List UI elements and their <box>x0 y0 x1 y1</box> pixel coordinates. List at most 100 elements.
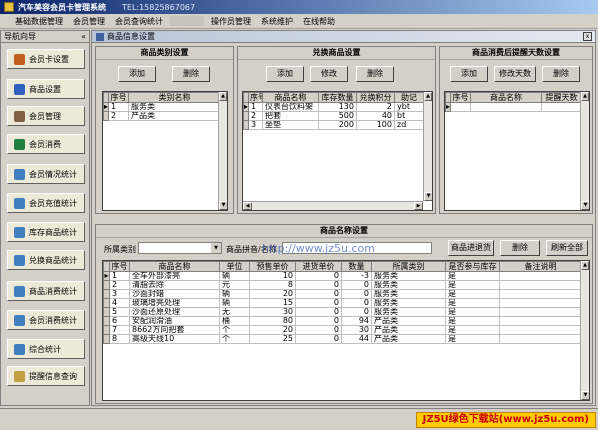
exchange-delete-button[interactable]: 删除 <box>356 66 394 82</box>
close-icon[interactable]: x <box>583 32 592 41</box>
table-row[interactable]: 3 坐垫 200 100 zd <box>243 120 424 130</box>
table-row[interactable]: 2 产品类 <box>103 111 221 121</box>
table-row[interactable]: ▸ 1 服务类 <box>103 102 221 112</box>
nav-overall-stats[interactable]: 综合统计 <box>7 339 85 359</box>
exchange-panel-title: 兑换商品设置 <box>238 47 435 60</box>
table-row[interactable]: 6 安配润滑油桶 80 0 94 产品类是 <box>103 316 582 326</box>
scroll-right-icon[interactable]: ▶ <box>414 202 423 210</box>
exchange-hscroll[interactable]: ◀ ▶ <box>243 201 423 210</box>
column-header[interactable]: 是否参与库存 <box>445 261 500 272</box>
column-header[interactable]: 序号 <box>450 92 471 103</box>
category-panel-title: 商品类别设置 <box>96 47 233 60</box>
nav-card-setting[interactable]: 会员卡设置 <box>7 49 85 69</box>
category-delete-button[interactable]: 删除 <box>172 66 210 82</box>
menu-blank[interactable] <box>170 16 204 26</box>
nav-product-consume-stats[interactable]: 商品消费统计 <box>7 281 85 301</box>
exchange-add-button[interactable]: 添加 <box>266 66 304 82</box>
column-header[interactable]: 序号 <box>108 92 129 103</box>
category-grid[interactable]: 序号 类别名称 ▸ 1 服务类 2 产品类 ▲ ▼ <box>102 91 228 211</box>
product-icon <box>14 83 25 95</box>
menu-maintenance[interactable]: 系统维护 <box>256 15 298 28</box>
column-header[interactable]: 助记 <box>394 92 424 103</box>
table-row[interactable]: 7 8662方向把套个 20 0 30 产品类是 <box>103 325 582 335</box>
reminder-delete-button[interactable]: 删除 <box>542 66 580 82</box>
column-header[interactable]: 所属类别 <box>371 261 446 272</box>
column-header[interactable]: 备注说明 <box>499 261 582 272</box>
reminder-edit-days-button[interactable]: 修改天数 <box>494 66 536 82</box>
nav-header: 导航向导 « <box>1 31 89 43</box>
scroll-up-icon[interactable]: ▲ <box>581 92 589 101</box>
table-row[interactable]: ▸ 1 仪表台饮料架 130 2 ybt <box>243 102 424 112</box>
scroll-down-icon[interactable]: ▼ <box>581 201 589 210</box>
table-row[interactable]: 4 玻璃增亮处理辆 15 0 0 服务类是 <box>103 298 582 308</box>
exchange-grid[interactable]: 序号 商品名称 库存数量 兑换积分 助记 ▸1仪表台饮料架1302ybt 2把套… <box>242 91 433 211</box>
scroll-up-icon[interactable]: ▲ <box>581 261 589 270</box>
nav-reminder-query[interactable]: 提醒信息查询 <box>7 366 85 386</box>
column-header[interactable]: 兑换积分 <box>356 92 395 103</box>
column-header[interactable]: 类别名称 <box>128 92 221 103</box>
nav-member-manage[interactable]: 会员管理 <box>7 106 85 126</box>
scroll-up-icon[interactable]: ▲ <box>424 92 432 101</box>
category-panel: 商品类别设置 添加 删除 序号 类别名称 ▸ 1 服务类 2 产品类 ▲ ▼ <box>95 46 234 214</box>
menu-operator[interactable]: 操作员管理 <box>206 15 256 28</box>
exchange-icon <box>14 254 25 266</box>
category-vscroll[interactable]: ▲ ▼ <box>218 92 227 210</box>
reminder-vscroll[interactable]: ▲ ▼ <box>580 92 589 210</box>
nav-stock-stats[interactable]: 库存商品统计 <box>7 222 85 242</box>
column-header[interactable]: 数量 <box>341 261 372 272</box>
menu-help[interactable]: 在线帮助 <box>298 15 340 28</box>
nav-collapse-icon[interactable]: « <box>81 32 86 41</box>
column-header[interactable]: 单位 <box>219 261 250 272</box>
scroll-down-icon[interactable]: ▼ <box>219 201 227 210</box>
table-row[interactable]: 3 沙面封蜡辆 20 0 0 服务类是 <box>103 289 582 299</box>
download-site-badge: JZ5U绿色下载站(www.jz5u.com) <box>415 412 596 428</box>
nav-product-setting[interactable]: 商品设置 <box>7 79 85 99</box>
menu-member-query[interactable]: 会员查询统计 <box>110 15 168 28</box>
product-delete-button[interactable]: 删除 <box>500 240 540 256</box>
menu-basic-data[interactable]: 基础数据管理 <box>10 15 68 28</box>
scroll-up-icon[interactable]: ▲ <box>219 92 227 101</box>
table-row[interactable]: ▸ <box>445 102 582 112</box>
nav-member-stats[interactable]: 会员情况统计 <box>7 164 85 184</box>
product-grid[interactable]: 序号 商品名称 单位 预售单价 进货单价 数量 所属类别 是否参与库存 备注说明… <box>102 260 590 401</box>
column-header[interactable]: 商品名称 <box>470 92 542 103</box>
column-header[interactable]: 库存数量 <box>318 92 357 103</box>
column-header[interactable]: 商品名称 <box>262 92 319 103</box>
exchange-edit-button[interactable]: 修改 <box>310 66 348 82</box>
product-panel-title: 商品名称设置 <box>96 225 592 238</box>
nav-member-consume-stats[interactable]: 会员消费统计 <box>7 310 85 330</box>
scroll-down-icon[interactable]: ▼ <box>424 192 432 201</box>
menu-member[interactable]: 会员管理 <box>68 15 110 28</box>
member-icon <box>14 110 25 122</box>
product-vscroll[interactable]: ▲ ▼ <box>580 261 589 400</box>
nav-member-consume[interactable]: 会员消费 <box>7 134 85 154</box>
main-window-title: 商品信息设置 <box>107 32 155 41</box>
table-row[interactable]: 2 清脂去除元 8 0 0 服务类是 <box>103 280 582 290</box>
product-refresh-button[interactable]: 刷新全部 <box>546 240 588 256</box>
category-add-button[interactable]: 添加 <box>118 66 156 82</box>
column-header[interactable]: 进货单价 <box>295 261 342 272</box>
column-header[interactable]: 预售单价 <box>249 261 296 272</box>
table-row[interactable]: 5 沙面还原处理无 30 0 0 服务类是 <box>103 307 582 317</box>
product-stock-button[interactable]: 商品进退货 <box>448 240 494 256</box>
window-title: 汽车美容会员卡管理系统 <box>18 2 106 12</box>
scroll-left-icon[interactable]: ◀ <box>243 202 252 210</box>
table-row[interactable]: 2 把套 500 40 bt <box>243 111 424 121</box>
table-row[interactable]: 8 高级天线10 个 25 0 44 产品类是 <box>103 334 582 344</box>
column-header[interactable]: 提醒天数 <box>541 92 582 103</box>
nav-exchange-stats[interactable]: 兑换商品统计 <box>7 250 85 270</box>
column-header[interactable]: 序号 <box>248 92 263 103</box>
nav-recharge-stats[interactable]: 会员充值统计 <box>7 193 85 213</box>
scroll-down-icon[interactable]: ▼ <box>581 391 589 400</box>
app-icon <box>4 2 14 12</box>
category-filter-select[interactable]: ▼ <box>138 242 222 254</box>
reminder-grid[interactable]: 序号 商品名称 提醒天数 ▸ ▲ ▼ <box>444 91 590 211</box>
table-row[interactable]: ▸ 1 全车外部漆亮辆 10 0 -3 服务类是 <box>103 271 582 281</box>
chevron-down-icon[interactable]: ▼ <box>211 243 221 253</box>
stock-icon <box>14 226 25 238</box>
reminder-add-button[interactable]: 添加 <box>450 66 488 82</box>
column-header[interactable]: 商品名称 <box>129 261 220 272</box>
exchange-vscroll[interactable]: ▲ ▼ <box>423 92 432 201</box>
column-header[interactable]: 序号 <box>109 261 130 272</box>
overall-stats-icon <box>14 343 25 355</box>
